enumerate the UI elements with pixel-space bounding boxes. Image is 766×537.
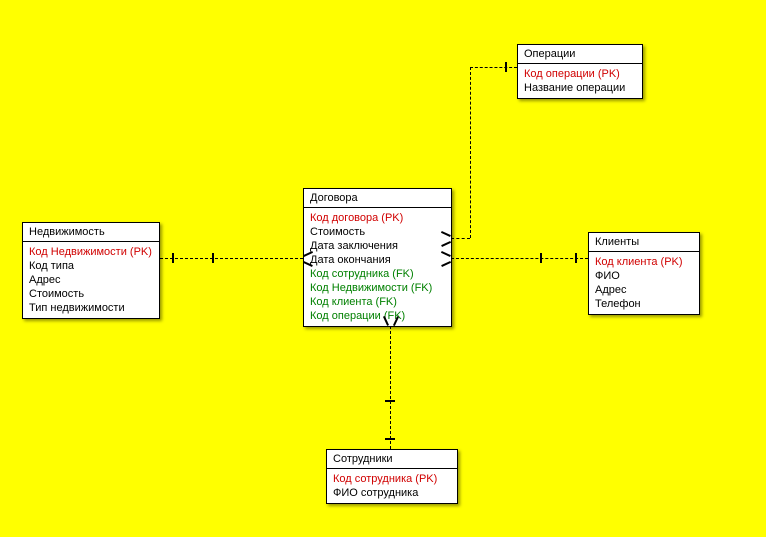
attr-fk: Код клиента (FK): [310, 295, 445, 309]
rel-operatsii-dogovora-seg3: [451, 238, 470, 239]
entity-klienty: Клиенты Код клиента (PK) ФИО Адрес Телеф…: [588, 232, 700, 315]
entity-body: Код операции (PK) Название операции: [518, 64, 642, 98]
entity-body: Код Недвижимости (PK) Код типа Адрес Сто…: [23, 242, 159, 318]
cardinality-one-icon: [172, 253, 174, 263]
entity-dogovora: Договора Код договора (PK) Стоимость Дат…: [303, 188, 452, 327]
attr-fk: Код сотрудника (FK): [310, 267, 445, 281]
attr: Название операции: [524, 81, 636, 95]
entity-title: Операции: [518, 45, 642, 64]
attr: ФИО сотрудника: [333, 486, 451, 500]
cardinality-one-icon: [540, 253, 542, 263]
rel-operatsii-dogovora-seg2: [470, 67, 471, 238]
attr: ФИО: [595, 269, 693, 283]
attr: Адрес: [29, 273, 153, 287]
attr: Стоимость: [29, 287, 153, 301]
attr-pk: Код операции (PK): [524, 67, 636, 81]
attr-pk: Код клиента (PK): [595, 255, 693, 269]
attr: Код типа: [29, 259, 153, 273]
attr: Дата окончания: [310, 253, 445, 267]
attr: Тип недвижимости: [29, 301, 153, 315]
attr-pk: Код Недвижимости (PK): [29, 245, 153, 259]
entity-title: Недвижимость: [23, 223, 159, 242]
entity-nedvizhimost: Недвижимость Код Недвижимости (PK) Код т…: [22, 222, 160, 319]
attr-pk: Код сотрудника (PK): [333, 472, 451, 486]
attr-fk: Код операции (FK): [310, 309, 445, 323]
entity-body: Код договора (PK) Стоимость Дата заключе…: [304, 208, 451, 326]
rel-klienty-dogovora: [451, 258, 588, 259]
attr-pk: Код договора (PK): [310, 211, 445, 225]
entity-title: Договора: [304, 189, 451, 208]
entity-operatsii: Операции Код операции (PK) Название опер…: [517, 44, 643, 99]
entity-body: Код клиента (PK) ФИО Адрес Телефон: [589, 252, 699, 314]
cardinality-one-icon: [505, 62, 507, 72]
rel-operatsii-dogovora-seg1: [470, 67, 517, 68]
cardinality-one-icon: [385, 400, 395, 402]
entity-title: Сотрудники: [327, 450, 457, 469]
rel-nedvizhimost-dogovora: [160, 258, 303, 259]
entity-title: Клиенты: [589, 233, 699, 252]
cardinality-one-icon: [575, 253, 577, 263]
rel-sotrudniki-dogovora: [390, 326, 391, 449]
attr: Стоимость: [310, 225, 445, 239]
attr-fk: Код Недвижимости (FK): [310, 281, 445, 295]
attr: Телефон: [595, 297, 693, 311]
cardinality-one-icon: [385, 438, 395, 440]
attr: Дата заключения: [310, 239, 445, 253]
attr: Адрес: [595, 283, 693, 297]
entity-sotrudniki: Сотрудники Код сотрудника (PK) ФИО сотру…: [326, 449, 458, 504]
cardinality-one-icon: [212, 253, 214, 263]
entity-body: Код сотрудника (PK) ФИО сотрудника: [327, 469, 457, 503]
